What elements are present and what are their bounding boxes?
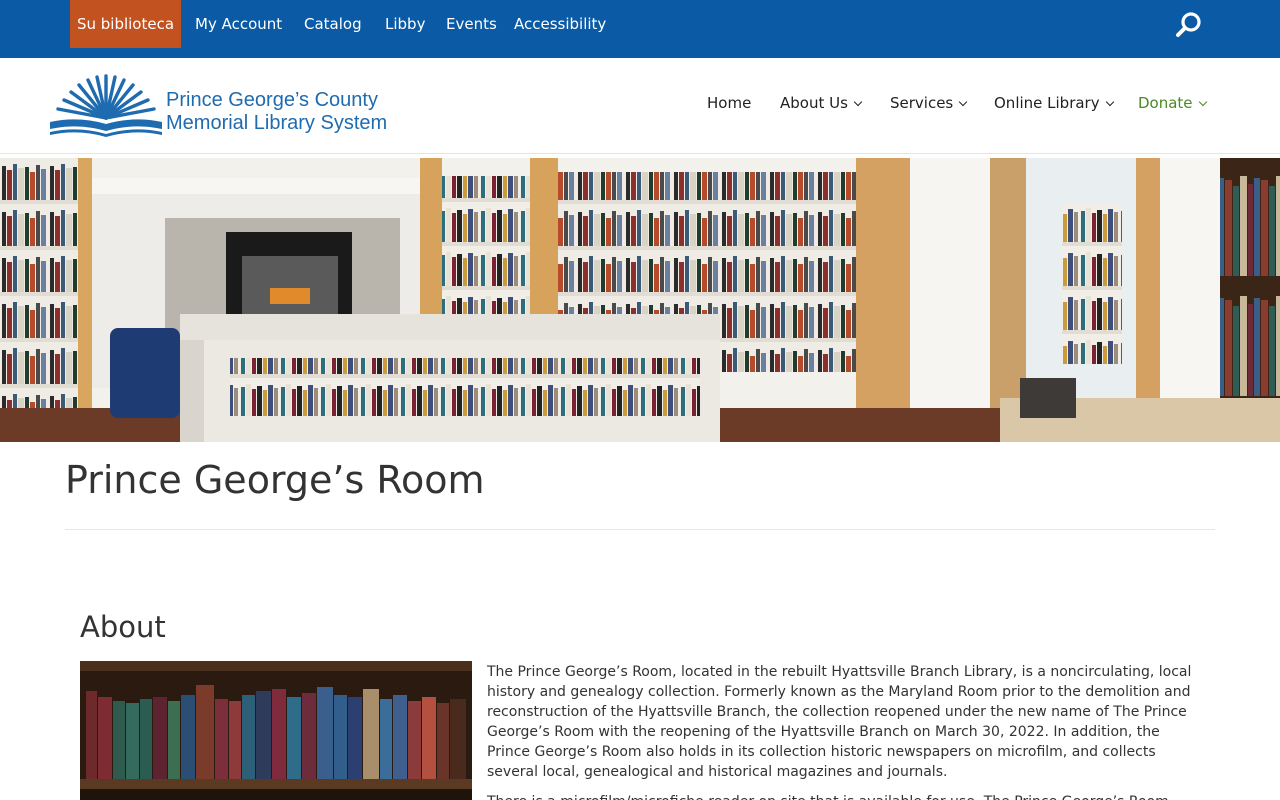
nav-about-us[interactable]: About Us [780, 94, 863, 112]
utility-bar: Su biblioteca My Account Catalog Libby E… [0, 0, 1280, 58]
about-body: The Prince George’s Room, located in the… [487, 662, 1197, 800]
about-heading: About [80, 610, 166, 644]
sunburst-book-icon [50, 74, 162, 137]
search-button[interactable] [1174, 10, 1204, 40]
nav-home-label: Home [707, 94, 752, 112]
nav-donate-label: Donate [1138, 94, 1193, 112]
catalog-link[interactable]: Catalog [304, 0, 362, 48]
nav-donate[interactable]: Donate [1138, 94, 1207, 112]
library-logo[interactable]: Prince George’s County Memorial Library … [48, 72, 408, 140]
bookshelf-illustration [80, 661, 472, 800]
hero-image [0, 158, 1280, 442]
logo-line-2: Memorial Library System [166, 112, 388, 134]
nav-online-library-label: Online Library [994, 94, 1100, 112]
old-books-image [80, 661, 472, 800]
accessibility-link[interactable]: Accessibility [514, 0, 606, 48]
chevron-down-icon [853, 97, 863, 107]
nav-about-us-label: About Us [780, 94, 848, 112]
site-header: Prince George’s County Memorial Library … [0, 58, 1280, 154]
nav-services-label: Services [890, 94, 954, 112]
nav-services[interactable]: Services [890, 94, 968, 112]
search-icon [1176, 12, 1201, 37]
library-interior-illustration [0, 158, 1280, 442]
nav-online-library[interactable]: Online Library [994, 94, 1114, 112]
my-account-link[interactable]: My Account [195, 0, 282, 48]
logo-line-1: Prince George’s County [166, 89, 378, 111]
chevron-down-icon [1198, 97, 1207, 107]
about-paragraph: There is a microfilm/microfiche reader o… [487, 792, 1197, 800]
nav-home[interactable]: Home [707, 94, 751, 112]
chevron-down-icon [959, 97, 968, 107]
title-divider [65, 529, 1215, 530]
events-link[interactable]: Events [446, 0, 497, 48]
spanish-site-link[interactable]: Su biblioteca [70, 0, 181, 48]
libby-link[interactable]: Libby [385, 0, 425, 48]
page-title: Prince George’s Room [65, 458, 485, 502]
logo-wordmark: Prince George’s County Memorial Library … [166, 89, 387, 135]
chevron-down-icon [1105, 97, 1114, 107]
about-paragraph: The Prince George’s Room, located in the… [487, 664, 1192, 780]
